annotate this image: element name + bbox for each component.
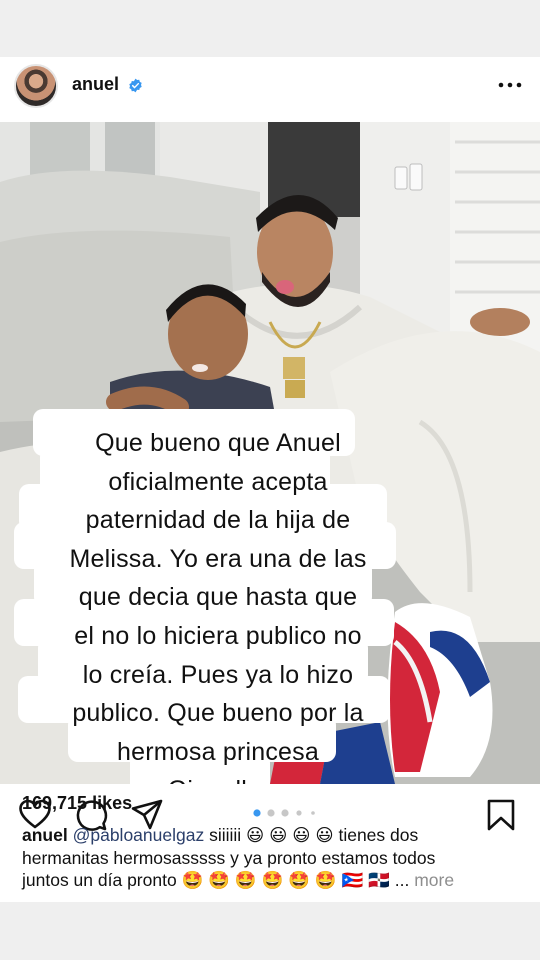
more-icon[interactable] — [496, 75, 524, 95]
carousel-indicator — [252, 805, 322, 817]
carousel-dot — [281, 809, 289, 817]
text-overlay: Que bueno que Anuel oficialmente acepta … — [0, 122, 540, 784]
verified-badge-icon — [129, 78, 142, 93]
caption-text: juntos un día pronto 🤩 🤩 🤩 🤩 🤩 🤩 🇵🇷 🇩🇴 .… — [22, 870, 410, 890]
caption-mention[interactable]: @pabloanuelgaz — [73, 825, 205, 845]
overlay-line: que decia que hasta que — [78, 583, 358, 612]
overlay-line: el no lo hiciera publico no — [74, 621, 362, 650]
post-header: anuel — [0, 57, 540, 122]
post-username[interactable]: anuel — [72, 74, 119, 95]
caption-more-link[interactable]: more — [414, 870, 454, 890]
overlay-line: paternidad de la hija de — [85, 506, 351, 535]
post-photo[interactable]: Que bueno que Anuel oficialmente acepta … — [0, 122, 540, 784]
carousel-dot — [311, 811, 315, 815]
overlay-line: Melissa. Yo era una de las — [69, 544, 367, 573]
overlay-line: oficialmente acepta — [108, 467, 328, 496]
likes-count[interactable]: 169,715 likes — [22, 793, 132, 814]
carousel-dot-active — [253, 809, 261, 817]
overlay-line: lo creía. Pues ya lo hizo — [82, 660, 354, 689]
caption-username[interactable]: anuel — [22, 825, 68, 845]
overlay-line: hermosa princesa — [117, 737, 319, 766]
carousel-dot — [267, 809, 275, 817]
overlay-line: Que bueno que Anuel — [95, 429, 341, 457]
post-card: anuel Que bueno que Anuel oficialmente a… — [0, 57, 540, 902]
caption-text: siiiiii 😃 😃 😃 😃 tienes dos — [209, 825, 419, 845]
caption-text: hermanitas hermosasssss y ya pronto esta… — [22, 847, 436, 868]
overlay-text: Que bueno que Anuel oficialmente acepta … — [28, 424, 408, 784]
avatar[interactable] — [14, 64, 58, 108]
caption: anuel @pabloanuelgaz siiiiii 😃 😃 😃 😃 tie… — [22, 824, 527, 892]
carousel-dot — [296, 810, 302, 816]
overlay-line: publico. Que bueno por la — [72, 699, 364, 728]
overlay-line: Gianella. — [28, 771, 408, 784]
